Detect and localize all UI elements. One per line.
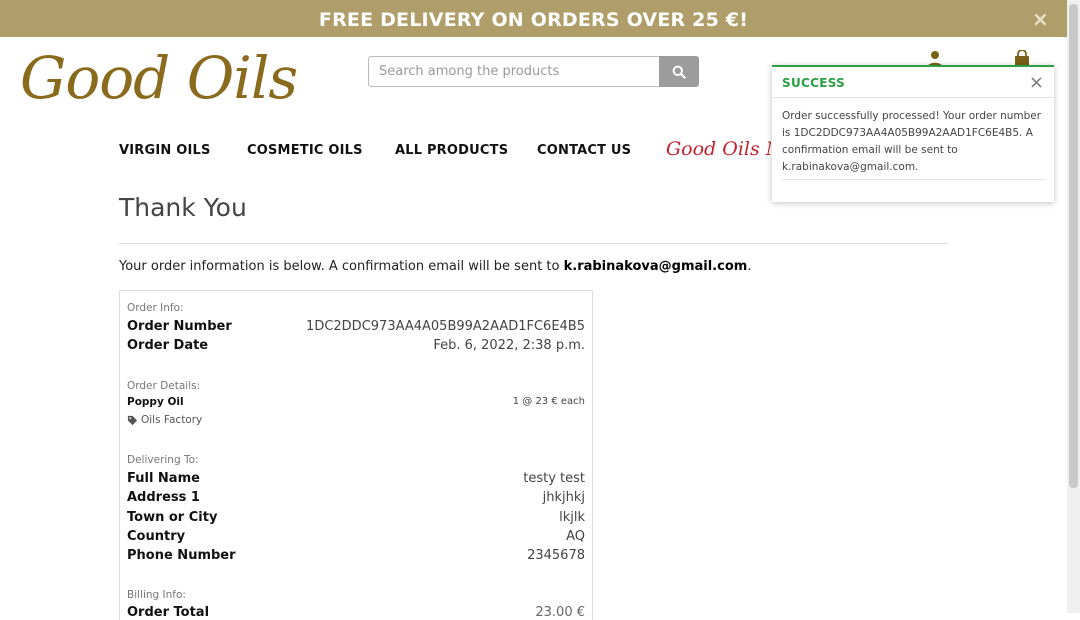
item-brand-name: Oils Factory [141, 414, 203, 426]
town-value: lkjlk [559, 510, 585, 525]
search-button[interactable] [659, 56, 699, 87]
phone-label: Phone Number [127, 548, 236, 563]
scrollbar-thumb[interactable] [1069, 4, 1078, 488]
order-info-label: Order Info: [127, 302, 184, 314]
site-logo[interactable]: Good Oils [20, 44, 298, 112]
banner-close-icon[interactable]: × [1032, 0, 1049, 38]
phone-value: 2345678 [527, 548, 585, 563]
full-name-value: testy test [523, 471, 585, 486]
toast-bottom-divider [782, 179, 1044, 180]
item-quantity: 1 @ 23 € each [512, 396, 585, 407]
nav-item-magazine[interactable]: Good Oils Magazine [666, 138, 771, 160]
nav-item-all-products[interactable]: ALL PRODUCTS [395, 143, 508, 158]
intro-suffix: . [747, 259, 752, 274]
order-number-label: Order Number [127, 319, 232, 334]
toast-close-icon[interactable]: × [1029, 72, 1044, 93]
intro-prefix: Your order information is below. A confi… [119, 259, 564, 274]
toast-divider [772, 97, 1054, 98]
item-name: Poppy Oil [127, 396, 184, 408]
search-icon [672, 65, 686, 79]
banner-text: FREE DELIVERY ON ORDERS OVER 25 €! [318, 9, 749, 31]
order-number-value: 1DC2DDC973AA4A05B99A2AAD1FC6E4B5 [306, 319, 585, 334]
intro-email: k.rabinakova@gmail.com [563, 259, 748, 274]
nav-item-virgin-oils[interactable]: VIRGIN OILS [119, 143, 211, 158]
delivering-to-label: Delivering To: [127, 454, 199, 466]
tag-icon [127, 415, 138, 425]
billing-info-label: Billing Info: [127, 589, 186, 601]
country-label: Country [127, 529, 186, 544]
order-intro-text: Your order information is below. A confi… [119, 259, 751, 274]
address-value: jhkjhkj [542, 490, 585, 505]
order-date-value: Feb. 6, 2022, 2:38 p.m. [433, 338, 585, 353]
town-label: Town or City [127, 510, 218, 525]
success-toast: SUCCESS × Order successfully processed! … [772, 65, 1054, 202]
full-name-label: Full Name [127, 471, 200, 486]
item-brand: Oils Factory [127, 414, 202, 426]
search-bar [368, 56, 699, 87]
country-value: AQ [566, 529, 585, 544]
search-input[interactable] [368, 56, 660, 87]
order-date-label: Order Date [127, 338, 209, 353]
nav-item-cosmetic-oils[interactable]: COSMETIC OILS [247, 143, 363, 158]
page-title: Thank You [119, 193, 247, 222]
page-scrollbar[interactable] [1067, 0, 1080, 613]
order-summary-card: Order Info: Order Number 1DC2DDC973AA4A0… [119, 290, 593, 620]
toast-message: Order successfully processed! Your order… [782, 110, 1042, 173]
address-label: Address 1 [127, 490, 200, 505]
free-delivery-banner: FREE DELIVERY ON ORDERS OVER 25 €! × [0, 0, 1067, 37]
title-divider [119, 243, 948, 244]
order-details-label: Order Details: [127, 380, 201, 392]
toast-title: SUCCESS [782, 76, 846, 90]
nav-item-contact-us[interactable]: CONTACT US [537, 143, 631, 158]
